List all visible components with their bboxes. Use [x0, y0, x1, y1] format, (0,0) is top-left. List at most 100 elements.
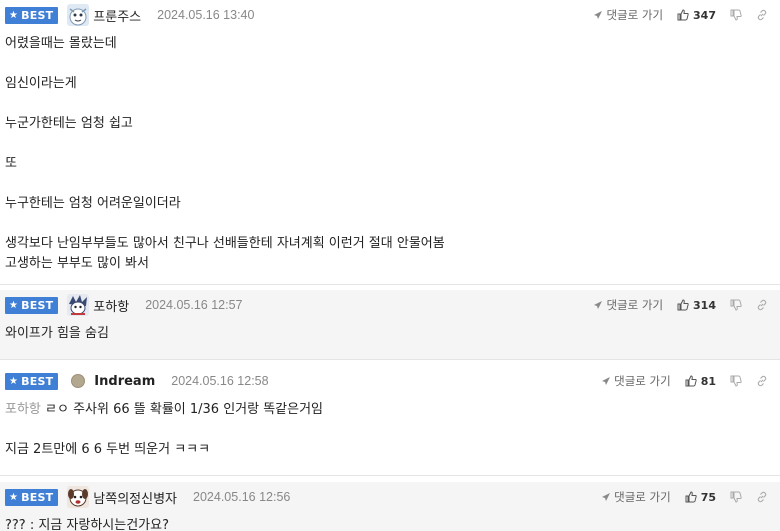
share-button[interactable] [756, 375, 768, 387]
comment-date: 2024.05.16 12:58 [171, 374, 269, 388]
comment-author[interactable]: 프룬주스 [93, 6, 141, 25]
like-button[interactable]: 81 [685, 375, 716, 388]
dislike-button[interactable] [730, 375, 742, 387]
like-button[interactable]: 347 [677, 9, 716, 22]
reply-link-label: 댓글로 가기 [606, 8, 664, 22]
avatar[interactable] [67, 486, 90, 508]
comment-text-line: 생각보다 난임부부들도 많아서 친구나 선배들한테 자녀계획 이런거 절대 안물… [5, 236, 445, 251]
comment-actions: 댓글로 가기 81 [601, 366, 780, 396]
dislike-button[interactable] [730, 491, 742, 503]
share-button[interactable] [756, 491, 768, 503]
thumbs-down-icon [730, 9, 742, 21]
comment-text-line: ??? : 지금 자랑하시는건가요? [5, 518, 169, 531]
link-icon [757, 375, 767, 387]
star-icon: ★ [9, 9, 19, 21]
like-button[interactable]: 75 [685, 491, 716, 504]
comment-body: 어렸을때는 몰랐는데 임신이라는게 누군가한테는 엄청 쉽고 또 누구한테는 엄… [0, 30, 780, 284]
send-arrow-icon [594, 301, 603, 309]
comment-actions: 댓글로 가기 314 [593, 290, 780, 320]
comment-text-line [5, 134, 775, 154]
best-label: BEST [21, 490, 54, 504]
best-label: BEST [21, 8, 54, 22]
comment-text: ㄹㅇ 주사위 66 뜰 확률이 1/36 인거랑 똑같은거임 [45, 402, 324, 417]
comment-text-line: 지금 2트만에 6 6 두번 띄운거 ㅋㅋㅋ [5, 442, 211, 457]
comment-text-line: 또 [5, 156, 17, 171]
comment-header: ★ BEST 남쪽의정신병자 2024.05.16 12:56 댓글로 가기 7… [0, 482, 780, 512]
comment-date: 2024.05.16 13:40 [157, 8, 255, 22]
comment-text-line: 어렸을때는 몰랐는데 [5, 36, 117, 51]
snow-creature-avatar-icon [67, 4, 90, 26]
comment-item: ★ BEST Indream 2024.05.16 12:58 댓글로 가기 81 [0, 366, 780, 476]
comment-author[interactable]: 포하항 [93, 296, 129, 315]
comment-text-line: 고생하는 부부도 많이 봐서 [5, 256, 149, 271]
comment-actions: 댓글로 가기 75 [601, 482, 780, 512]
avatar[interactable] [67, 4, 90, 26]
link-icon [757, 299, 767, 311]
reply-target-nick[interactable]: 포하항 [5, 402, 41, 417]
character-avatar-icon [67, 294, 90, 316]
comment-text-line [5, 420, 775, 440]
comment-text-line: 와이프가 힘을 숨김 [5, 326, 109, 341]
comment-body: ??? : 지금 자랑하시는건가요? [0, 512, 780, 531]
comment-text-line [5, 174, 775, 194]
reply-link-label: 댓글로 가기 [614, 490, 671, 504]
thumbs-up-icon [677, 9, 689, 21]
share-button[interactable] [756, 9, 768, 21]
send-arrow-icon [602, 377, 611, 385]
star-icon: ★ [9, 491, 19, 503]
comment-text-line [5, 94, 775, 114]
best-label: BEST [21, 298, 54, 312]
dislike-button[interactable] [730, 299, 742, 311]
reply-link[interactable]: 댓글로 가기 [593, 297, 663, 313]
share-button[interactable] [756, 299, 768, 311]
best-badge: ★ BEST [5, 372, 59, 390]
reply-link[interactable]: 댓글로 가기 [593, 7, 663, 23]
thumbs-down-icon [730, 299, 742, 311]
comment-actions: 댓글로 가기 347 [593, 0, 780, 30]
comment-header: ★ BEST 포하항 2024.05.16 12:57 댓글로 가기 314 [0, 290, 780, 320]
like-button[interactable]: 314 [677, 299, 716, 312]
thumbs-up-icon [677, 299, 689, 311]
avatar[interactable] [67, 294, 90, 316]
comment-item: ★ BEST 남쪽의정신병자 2024.05.16 12:56 댓글로 가기 7… [0, 482, 780, 531]
dog-face-avatar-icon [67, 486, 90, 508]
comment-header: ★ BEST 프룬주스 2024.05.16 13:40 댓글로 가기 347 [0, 0, 780, 30]
comment-body: 포하항 ㄹㅇ 주사위 66 뜰 확률이 1/36 인거랑 똑같은거임 지금 2트… [0, 396, 780, 470]
comment-text-line [5, 54, 775, 74]
thumbs-up-icon [685, 375, 697, 387]
comment-text-line: 포하항 ㄹㅇ 주사위 66 뜰 확률이 1/36 인거랑 똑같은거임 [5, 400, 775, 420]
send-arrow-icon [594, 11, 603, 19]
comment-header: ★ BEST Indream 2024.05.16 12:58 댓글로 가기 81 [0, 366, 780, 396]
comment-item: ★ BEST 프룬주스 2024.05.16 13:40 댓글로 가기 347 … [0, 0, 780, 285]
comment-text-line: 누구한테는 엄청 어려운일이더라 [5, 196, 181, 211]
comment-date: 2024.05.16 12:56 [193, 490, 291, 504]
star-icon: ★ [9, 299, 19, 311]
reply-link[interactable]: 댓글로 가기 [601, 489, 671, 505]
comment-list: ★ BEST 프룬주스 2024.05.16 13:40 댓글로 가기 347 … [0, 0, 780, 531]
comment-author[interactable]: Indream [94, 374, 155, 389]
comment-item: ★ BEST 포하항 2024.05.16 12:57 댓글로 가기 314 와… [0, 290, 780, 360]
comment-text-line [5, 214, 775, 234]
thumbs-down-icon [730, 491, 742, 503]
link-icon [757, 491, 767, 503]
comment-date: 2024.05.16 12:57 [145, 298, 243, 312]
avatar[interactable] [71, 374, 86, 388]
comment-body: 와이프가 힘을 숨김 [0, 320, 780, 354]
best-badge: ★ BEST [5, 296, 59, 314]
dislike-button[interactable] [730, 9, 742, 21]
like-count: 347 [693, 8, 716, 22]
best-badge: ★ BEST [5, 6, 59, 24]
like-count: 314 [693, 298, 716, 312]
reply-link-label: 댓글로 가기 [606, 298, 664, 312]
send-arrow-icon [602, 493, 611, 501]
best-label: BEST [21, 374, 54, 388]
comment-text-line: 임신이라는게 [5, 76, 77, 91]
comment-author[interactable]: 남쪽의정신병자 [93, 488, 177, 507]
like-count: 75 [700, 490, 716, 504]
thumbs-down-icon [730, 375, 742, 387]
like-count: 81 [700, 374, 716, 388]
comment-text-line: 누군가한테는 엄청 쉽고 [5, 116, 133, 131]
thumbs-up-icon [685, 491, 697, 503]
best-badge: ★ BEST [5, 488, 59, 506]
reply-link[interactable]: 댓글로 가기 [601, 373, 671, 389]
